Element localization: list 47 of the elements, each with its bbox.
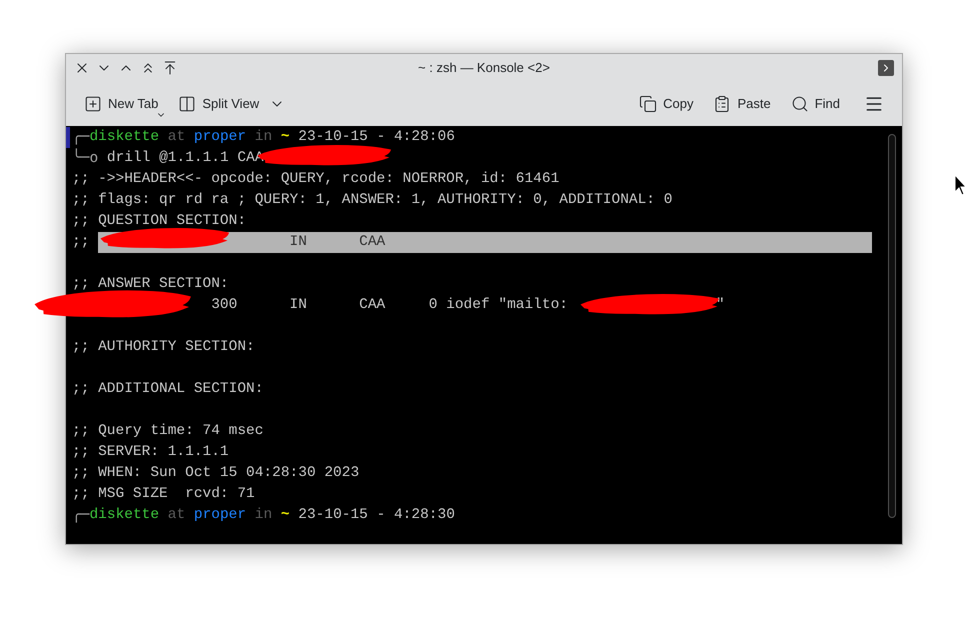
find-button[interactable]: Find (782, 90, 848, 118)
output-line: ;; MSG SIZE rcvd: 71 (72, 485, 255, 504)
record-field: IN (290, 232, 360, 253)
record-field: CAA (359, 232, 386, 253)
output-line: ;; flags: qr rd ra ; QUERY: 1, ANSWER: 1, AUTHORITY: 0, ADDITIONAL: 0 (72, 191, 672, 210)
prompt-text: in (254, 128, 272, 147)
prompt-timestamp: 23-10-15 - 4:28:06 (298, 128, 455, 147)
output-line: ;; WHEN: Sun Oct 15 04:28:30 2023 (72, 464, 360, 483)
record-field: IN (290, 295, 307, 316)
copy-icon (639, 95, 658, 113)
output-line: ;; Query time: 74 msec (72, 422, 264, 441)
output-line: ;; SERVER: 1.1.1.1 (72, 443, 229, 462)
prompt-host: proper (194, 128, 246, 147)
record-field: " (716, 295, 725, 316)
prompt-host: proper (194, 506, 246, 525)
prompt-user: diskette (89, 128, 160, 147)
prompt-directory: ~ (280, 506, 290, 525)
clipboard-icon (713, 95, 732, 113)
output-line: ;; AUTHORITY SECTION: (72, 338, 255, 357)
shade-icon[interactable] (162, 60, 178, 76)
panel-toggle-button[interactable] (878, 60, 894, 76)
prompt-corner: ╰─o (72, 148, 98, 168)
split-view-button[interactable]: Split View (170, 90, 294, 118)
output-text: ;; (72, 233, 90, 252)
record-field: 300 (211, 295, 238, 316)
record-field: CAA (359, 295, 386, 316)
new-tab-button[interactable]: New Tab (76, 90, 166, 118)
copy-button[interactable]: Copy (631, 90, 702, 118)
prompt-text: at (168, 506, 186, 525)
output-line: ;; ->>HEADER<<- opcode: QUERY, rcode: NOERROR, id: 61461 (72, 170, 560, 189)
prompt-timestamp: 23-10-15 - 4:28:30 (298, 506, 455, 525)
prompt-corner: ╭─ (72, 506, 90, 525)
prompt-text: in (254, 506, 272, 525)
record-field: 0 iodef "mailto: (428, 295, 568, 316)
prompt-user: diskette (89, 506, 160, 525)
output-line: ;; ANSWER SECTION: (72, 275, 229, 294)
scrollbar[interactable] (888, 134, 896, 518)
search-icon (790, 95, 809, 113)
paste-button[interactable]: Paste (705, 90, 779, 118)
output-line: ;; ADDITIONAL SECTION: (72, 380, 264, 399)
prompt-corner: ╭─ (72, 128, 90, 147)
new-tab-icon (84, 95, 102, 113)
window-title: ~ : zsh — Konsole <2> (418, 59, 550, 78)
prompt-text: at (168, 128, 186, 147)
prompt-directory: ~ (280, 128, 290, 147)
output-line: ;; QUESTION SECTION: (72, 212, 246, 231)
split-view-icon (178, 95, 196, 113)
